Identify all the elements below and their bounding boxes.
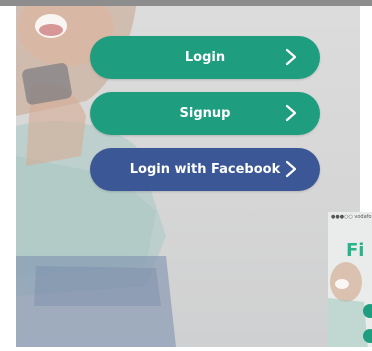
left-margin (0, 6, 16, 351)
facebook-login-button-label: Login with Facebook (129, 162, 281, 177)
chevron-right-icon (285, 160, 297, 178)
facebook-login-button[interactable]: Login with Facebook (90, 148, 320, 191)
login-button-label: Login (184, 50, 226, 65)
bottom-margin (0, 347, 372, 351)
signup-button[interactable]: Signup (90, 92, 320, 135)
phone-screen-preview: ●●●○○ vodafo Fi (328, 212, 372, 351)
chevron-right-icon (285, 104, 297, 122)
signup-button-label: Signup (179, 106, 231, 121)
login-button[interactable]: Login (90, 36, 320, 79)
chevron-right-icon (285, 48, 297, 66)
screen: Login Signup Login with Facebook ●●●○○ v… (0, 0, 372, 351)
preview-photo (328, 262, 372, 351)
